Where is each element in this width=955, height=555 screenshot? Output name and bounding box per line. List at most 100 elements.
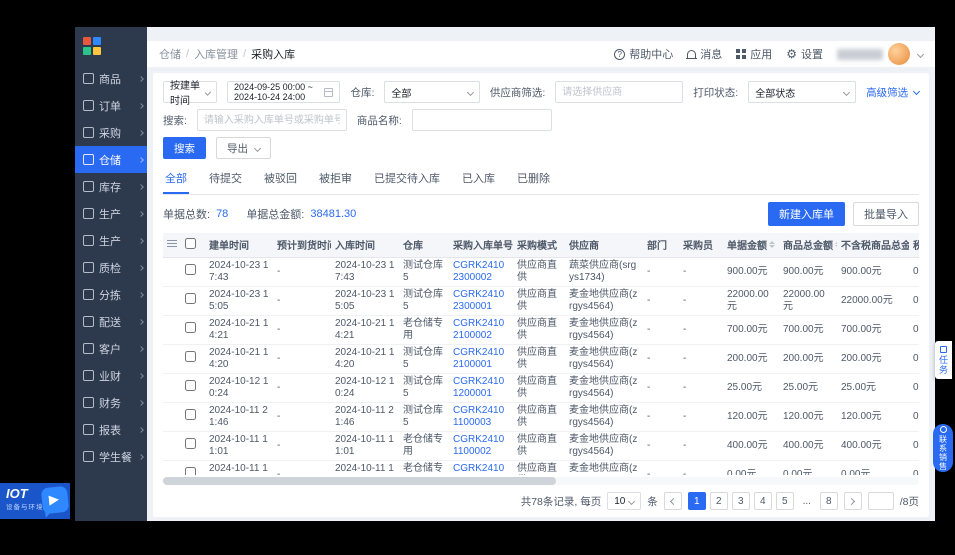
page-size-select[interactable]: 10 [607,492,641,510]
status-tab[interactable]: 被拒审 [317,167,354,194]
app-window: 商品 订单 采购 仓储 库存 生产 生产 质检 分拣 配送 [75,27,935,521]
column-header[interactable]: 入库时间 [331,233,399,257]
status-tab[interactable]: 被驳回 [262,167,299,194]
sidebar-item-8[interactable]: 分拣 [75,281,147,308]
row-checkbox[interactable] [185,351,196,362]
module-icon [83,424,94,435]
status-tab[interactable]: 已删除 [515,167,552,194]
order-number-link[interactable]: CGRK24102300001 [453,289,504,312]
row-checkbox[interactable] [185,322,196,333]
column-header[interactable]: 不含税商品总金额 [837,233,909,257]
column-header[interactable]: 供应商 [565,233,643,257]
advanced-filter-link[interactable]: 高级筛选 [866,85,919,100]
breadcrumb-item[interactable]: 入库管理 [194,46,238,62]
supplier-select[interactable] [555,81,683,103]
sidebar-item-1[interactable]: 订单 [75,92,147,119]
order-number-link[interactable]: CGRK24101200001 [453,376,504,399]
column-header-label: 供应商 [569,237,599,252]
created-time-cell: 2024-10-23 17:43 [205,257,273,286]
scrollbar-thumb[interactable] [163,477,556,485]
status-tab[interactable]: 已入库 [460,167,497,194]
batch-import-button[interactable]: 批量导入 [853,202,919,226]
sidebar-item-3[interactable]: 仓储 [75,146,147,173]
sidebar-item-4[interactable]: 库存 [75,173,147,200]
status-tab[interactable]: 已提交待入库 [372,167,442,194]
column-header[interactable]: 预计到货时间 [273,233,331,257]
row-checkbox[interactable] [185,293,196,304]
sidebar-item-label: 库存 [99,179,139,195]
row-checkbox[interactable] [185,409,196,420]
page-jump-input[interactable] [868,492,894,510]
sidebar-item-5[interactable]: 生产 [75,200,147,227]
column-header[interactable]: 建单时间 [205,233,273,257]
breadcrumb-item[interactable]: 仓储 [159,46,181,62]
column-header[interactable]: 商品总金额 [779,233,837,257]
prev-page-button[interactable] [664,492,682,510]
create-inbound-button[interactable]: 新建入库单 [768,202,845,226]
page-button[interactable]: 5 [776,492,794,510]
warehouse-select[interactable]: 全部 [384,81,479,103]
select-all-checkbox[interactable] [185,238,196,249]
order-number-link[interactable]: CGRK24102100001 [453,347,504,370]
order-number-link[interactable]: CGRK24102100002 [453,318,504,341]
export-button[interactable]: 导出 [216,137,271,159]
status-tab[interactable]: 全部 [163,167,189,194]
column-header[interactable]: 税额 [909,233,919,257]
sidebar-item-0[interactable]: 商品 [75,65,147,92]
app-logo-icon [75,27,147,65]
page-button[interactable]: ... [798,492,816,510]
row-checkbox[interactable] [185,467,196,475]
column-header[interactable]: 部门 [643,233,679,257]
order-number-link[interactable]: CGRK24101100001 [453,463,504,476]
order-number-link[interactable]: CGRK24102300002 [453,260,504,283]
sidebar-item-9[interactable]: 配送 [75,308,147,335]
column-header[interactable]: 单据金额 [723,233,779,257]
search-button[interactable]: 搜索 [163,137,206,159]
status-tab[interactable]: 待提交 [207,167,244,194]
sidebar-item-6[interactable]: 生产 [75,227,147,254]
column-header[interactable]: 采购员 [679,233,723,257]
messages-button[interactable]: 消息 [687,46,722,62]
print-status-select[interactable]: 全部状态 [748,81,856,103]
contact-sales-button[interactable]: 联系销售 [933,424,953,472]
column-settings-header[interactable] [163,233,181,257]
sort-icon[interactable] [835,241,837,248]
user-menu[interactable] [837,43,923,65]
page-button[interactable]: 8 [820,492,838,510]
warehouse-cell: 老仓储专用 [399,460,449,475]
column-header[interactable]: 采购模式 [513,233,565,257]
settings-button[interactable]: ⚙ 设置 [786,46,823,62]
docs-count-label: 单据总数: [163,206,210,222]
page-button[interactable]: 2 [710,492,728,510]
sidebar-item-12[interactable]: 财务 [75,389,147,416]
row-spacer [163,460,181,475]
row-checkbox[interactable] [185,264,196,275]
module-icon [83,127,94,138]
row-checkbox[interactable] [185,380,196,391]
logo-square [83,37,91,45]
help-center-button[interactable]: ? 帮助中心 [614,46,673,62]
breadcrumb: 仓储 / 入库管理 / 采购入库 [159,46,295,62]
page-button[interactable]: 3 [732,492,750,510]
date-range-input[interactable]: 2024-09-25 00:00 ~ 2024-10-24 24:00 [227,81,340,103]
sidebar-item-13[interactable]: 报表 [75,416,147,443]
order-number-link[interactable]: CGRK24101100003 [453,405,504,428]
sidebar-item-11[interactable]: 业财 [75,362,147,389]
next-page-button[interactable] [844,492,862,510]
order-number-search-input[interactable] [197,109,347,131]
order-number-link[interactable]: CGRK24101100002 [453,434,504,457]
product-name-input[interactable] [412,109,552,131]
row-checkbox[interactable] [185,438,196,449]
time-type-select[interactable]: 按建单时间 [163,81,217,103]
sidebar-item-14[interactable]: 学生餐 [75,443,147,470]
sidebar-item-2[interactable]: 采购 [75,119,147,146]
task-panel-button[interactable]: 任务 [935,341,952,379]
column-header[interactable]: 采购入库单号 [449,233,513,257]
page-button[interactable]: 4 [754,492,772,510]
page-button[interactable]: 1 [688,492,706,510]
apps-button[interactable]: 应用 [736,46,772,62]
column-header[interactable]: 仓库 [399,233,449,257]
sidebar-item-10[interactable]: 客户 [75,335,147,362]
sort-icon[interactable] [769,241,775,248]
sidebar-item-7[interactable]: 质检 [75,254,147,281]
